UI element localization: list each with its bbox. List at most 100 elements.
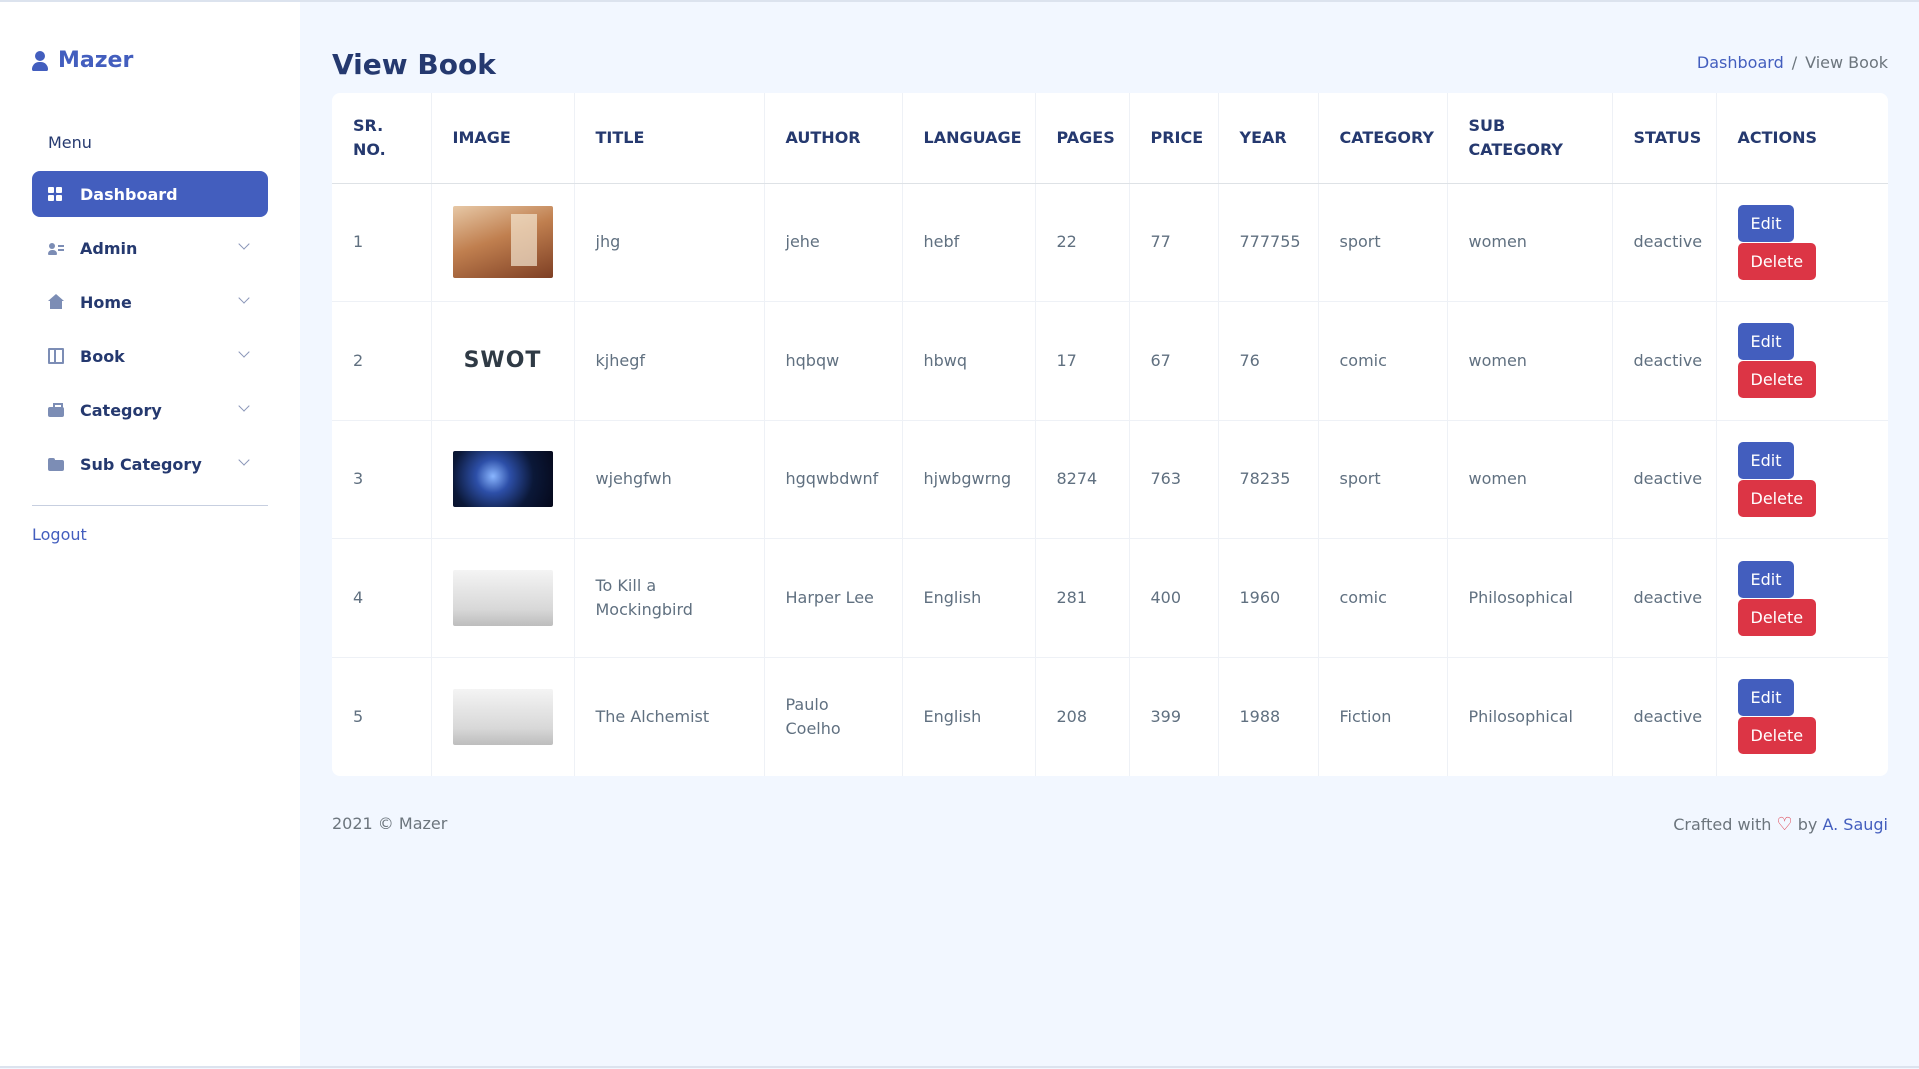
cell-actions: Edit Delete xyxy=(1716,657,1888,776)
cell-category: sport xyxy=(1318,420,1448,540)
cell-sr-no: 1 xyxy=(332,183,432,303)
sidebar-item-home[interactable]: Home xyxy=(32,279,268,325)
table-row: 4 To Kill a Mockingbird Harper Lee Engli… xyxy=(332,538,1888,658)
delete-button[interactable]: Delete xyxy=(1737,598,1817,636)
menu-title: Menu xyxy=(48,133,92,152)
delete-button[interactable]: Delete xyxy=(1737,361,1817,399)
cell-language: hjwbgwrng xyxy=(902,420,1036,540)
cell-sr-no: 4 xyxy=(332,538,432,658)
folder-icon xyxy=(48,456,64,472)
brand-name: Mazer xyxy=(58,48,134,73)
cell-sr-no: 5 xyxy=(332,657,432,776)
books-table: SR. NO. IMAGE TITLE AUTHOR LANGUAGE PAGE… xyxy=(332,93,1888,776)
cell-status: deactive xyxy=(1612,420,1717,540)
cell-author: Harper Lee xyxy=(764,538,903,658)
cell-status: deactive xyxy=(1612,657,1717,776)
cell-sub-category: Philosophical xyxy=(1447,657,1613,776)
sidebar-item-sub-category[interactable]: Sub Category xyxy=(32,441,268,487)
delete-button[interactable]: Delete xyxy=(1737,717,1817,755)
column-header-price: PRICE xyxy=(1129,93,1219,184)
cell-pages: 17 xyxy=(1035,301,1130,421)
chevron-down-icon xyxy=(238,454,250,466)
table-row: 3 wjehgfwh hgqwbdwnf hjwbgwrng 8274 763 … xyxy=(332,420,1888,540)
breadcrumb-current: View Book xyxy=(1805,53,1888,72)
delete-button[interactable]: Delete xyxy=(1737,479,1817,517)
cell-title: jhg xyxy=(574,183,765,303)
column-header-title: TITLE xyxy=(574,93,765,184)
cell-category: sport xyxy=(1318,183,1448,303)
edit-button[interactable]: Edit xyxy=(1737,679,1795,717)
edit-button[interactable]: Edit xyxy=(1737,441,1795,479)
books-table-card: SR. NO. IMAGE TITLE AUTHOR LANGUAGE PAGE… xyxy=(332,93,1888,776)
cell-author: hqbqw xyxy=(764,301,903,421)
home-icon xyxy=(48,294,64,310)
column-header-category: CATEGORY xyxy=(1318,93,1448,184)
cell-pages: 281 xyxy=(1035,538,1130,658)
edit-button[interactable]: Edit xyxy=(1737,204,1795,242)
cell-sr-no: 3 xyxy=(332,420,432,540)
chevron-down-icon xyxy=(238,238,250,250)
edit-button[interactable]: Edit xyxy=(1737,323,1795,361)
cell-category: comic xyxy=(1318,301,1448,421)
cell-language: hbwq xyxy=(902,301,1036,421)
column-header-sr-no: SR. NO. xyxy=(332,93,432,184)
cell-status: deactive xyxy=(1612,183,1717,303)
column-header-sub-category: SUB CATEGORY xyxy=(1447,93,1613,184)
column-header-author: AUTHOR xyxy=(764,93,903,184)
cell-image xyxy=(431,657,575,776)
cell-price: 763 xyxy=(1129,420,1219,540)
book-cover-image xyxy=(452,570,553,627)
sidebar-nav: Dashboard Admin Home Book Category Sub C… xyxy=(32,171,268,495)
cell-pages: 8274 xyxy=(1035,420,1130,540)
book-cover-image xyxy=(452,688,553,745)
cell-image xyxy=(431,538,575,658)
cell-sub-category: women xyxy=(1447,183,1613,303)
cell-sr-no: 2 xyxy=(332,301,432,421)
sidebar-item-admin[interactable]: Admin xyxy=(32,225,268,271)
cell-year: 1960 xyxy=(1218,538,1319,658)
cell-image: SWOT xyxy=(431,301,575,421)
book-cover-image xyxy=(452,451,553,508)
cell-language: hebf xyxy=(902,183,1036,303)
page-title: View Book xyxy=(332,48,496,81)
edit-button[interactable]: Edit xyxy=(1737,560,1795,598)
logout-link[interactable]: Logout xyxy=(32,525,87,544)
book-cover-image xyxy=(452,206,553,279)
footer-copyright: 2021 © Mazer xyxy=(332,814,448,833)
brand-logo[interactable]: Mazer xyxy=(32,48,133,73)
grid-icon xyxy=(48,186,64,202)
cell-sub-category: Philosophical xyxy=(1447,538,1613,658)
sidebar-item-category[interactable]: Category xyxy=(32,387,268,433)
user-icon xyxy=(32,50,48,71)
cell-sub-category: women xyxy=(1447,420,1613,540)
delete-button[interactable]: Delete xyxy=(1737,242,1817,280)
footer-author-link[interactable]: A. Saugi xyxy=(1822,815,1888,834)
sidebar-item-label: Sub Category xyxy=(80,454,202,474)
breadcrumb-separator: / xyxy=(1791,53,1798,72)
sidebar-item-dashboard[interactable]: Dashboard xyxy=(32,171,268,217)
cell-title: kjhegf xyxy=(574,301,765,421)
breadcrumb-dashboard-link[interactable]: Dashboard xyxy=(1697,53,1784,72)
cell-category: Fiction xyxy=(1318,657,1448,776)
bottom-border xyxy=(0,1066,1919,1068)
sidebar: Mazer Menu Dashboard Admin Home Book Cat… xyxy=(0,2,300,1066)
briefcase-icon xyxy=(48,402,64,418)
footer-crafted-text: Crafted with xyxy=(1673,815,1772,834)
column-header-actions: ACTIONS xyxy=(1716,93,1888,184)
chevron-down-icon xyxy=(238,346,250,358)
cell-pages: 208 xyxy=(1035,657,1130,776)
cell-status: deactive xyxy=(1612,301,1717,421)
footer-credits: Crafted with ♡ by A. Saugi xyxy=(1673,814,1888,835)
cell-year: 777755 xyxy=(1218,183,1319,303)
cell-author: jehe xyxy=(764,183,903,303)
table-header-row: SR. NO. IMAGE TITLE AUTHOR LANGUAGE PAGE… xyxy=(332,93,1888,184)
heart-icon: ♡ xyxy=(1776,814,1793,835)
cell-price: 67 xyxy=(1129,301,1219,421)
column-header-year: YEAR xyxy=(1218,93,1319,184)
column-header-status: STATUS xyxy=(1612,93,1717,184)
cell-year: 76 xyxy=(1218,301,1319,421)
cell-title: The Alchemist xyxy=(574,657,765,776)
sidebar-item-book[interactable]: Book xyxy=(32,333,268,379)
chevron-down-icon xyxy=(238,400,250,412)
sidebar-item-label: Admin xyxy=(80,238,138,258)
